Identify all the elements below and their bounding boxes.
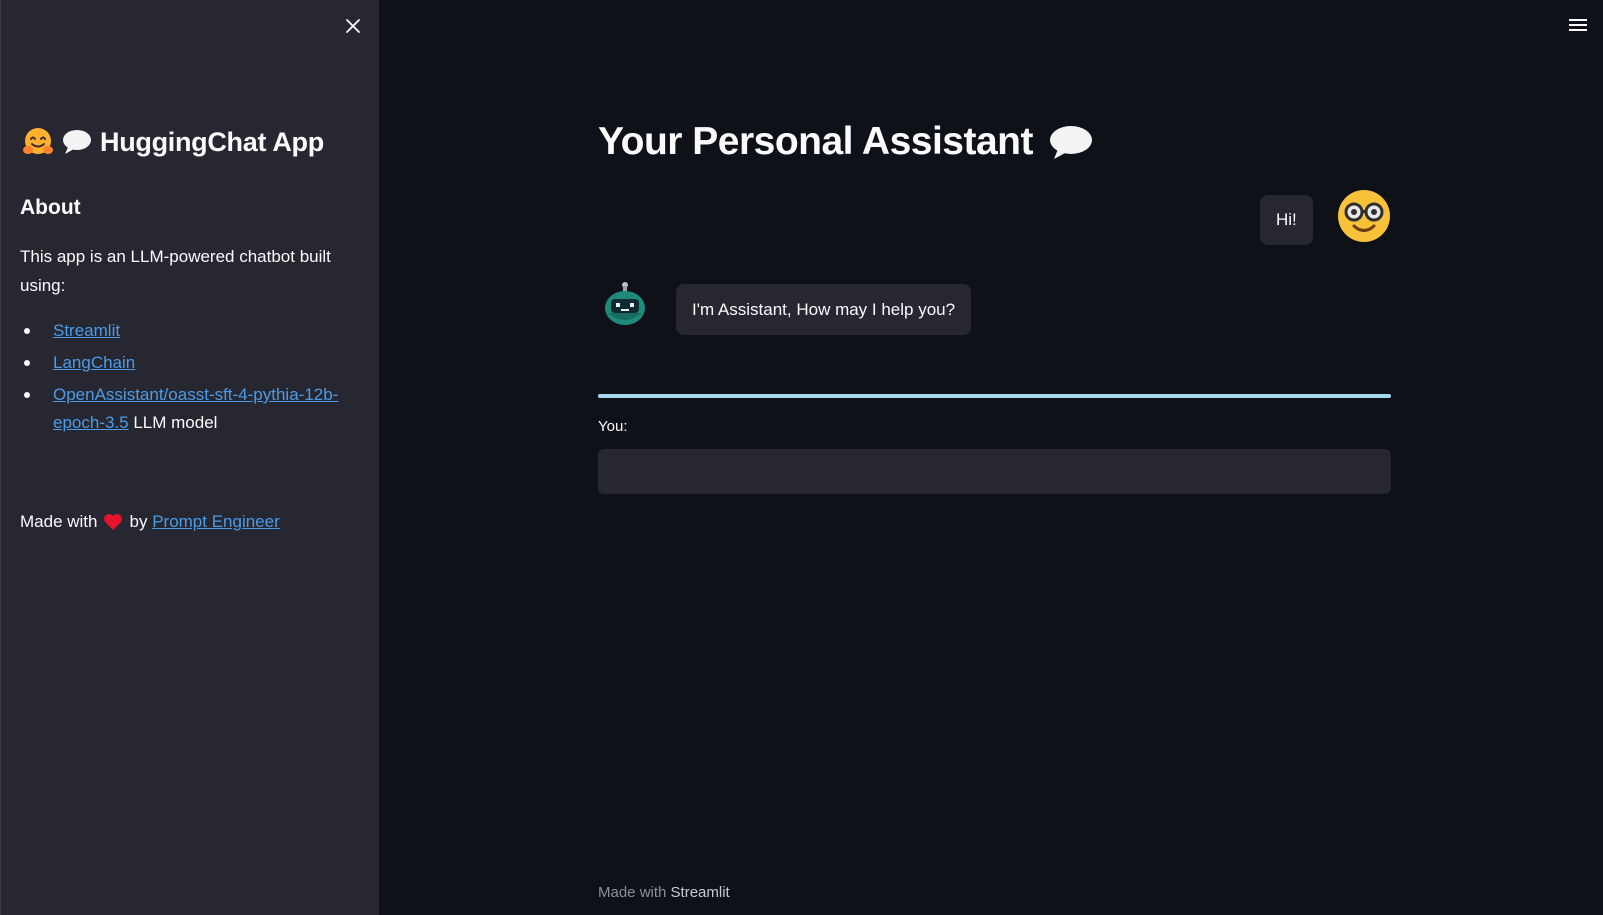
page-title-text: Your Personal Assistant — [598, 120, 1033, 163]
chat-divider — [598, 394, 1391, 398]
assistant-avatar — [602, 281, 648, 327]
assistant-message-bubble: I'm Assistant, How may I help you? — [676, 284, 972, 335]
made-with-by: by — [129, 512, 148, 531]
list-item: OpenAssistant/oasst-sft-4-pythia-12b-epo… — [20, 381, 350, 437]
made-with-credit: Made with by Prompt Engineer — [20, 512, 280, 532]
robot-icon — [605, 282, 645, 325]
input-label: You: — [598, 418, 628, 435]
hugging-face-icon — [22, 126, 54, 158]
langchain-link[interactable]: LangChain — [53, 353, 135, 372]
close-sidebar-button[interactable] — [341, 14, 365, 38]
user-avatar — [1337, 189, 1391, 243]
sidebar: HuggingChat App About This app is an LLM… — [0, 0, 379, 915]
user-message-text: Hi! — [1276, 210, 1297, 229]
user-message-bubble: Hi! — [1260, 195, 1313, 245]
streamlit-link[interactable]: Streamlit — [53, 321, 120, 340]
list-item: LangChain — [20, 349, 350, 377]
close-icon — [346, 19, 360, 33]
page-title: Your Personal Assistant — [598, 120, 1093, 164]
made-with-prefix: Made with — [20, 512, 98, 531]
app-root: HuggingChat App About This app is an LLM… — [0, 0, 1603, 915]
llm-model-suffix: LLM model — [128, 413, 218, 432]
speech-bubble-icon — [62, 129, 92, 155]
about-link-list: Streamlit LangChain OpenAssistant/oasst-… — [20, 317, 350, 441]
sidebar-title-text: HuggingChat App — [100, 126, 324, 157]
prompt-engineer-link[interactable]: Prompt Engineer — [152, 512, 280, 532]
about-text: This app is an LLM-powered chatbot built… — [20, 247, 331, 295]
sidebar-title: HuggingChat App — [22, 126, 324, 158]
page-footer: Made with Streamlit — [598, 884, 730, 901]
footer-prefix: Made with — [598, 884, 671, 901]
about-heading: About — [20, 196, 81, 219]
assistant-message-text: I'm Assistant, How may I help you? — [692, 299, 956, 319]
hamburger-menu-icon — [1569, 19, 1587, 31]
user-message-input[interactable] — [598, 449, 1391, 494]
list-item: Streamlit — [20, 317, 350, 345]
speech-bubble-icon — [1049, 124, 1093, 160]
nerd-face-icon — [1338, 190, 1390, 242]
main-menu-button[interactable] — [1568, 16, 1590, 36]
heart-icon — [103, 513, 123, 531]
footer-streamlit-link[interactable]: Streamlit — [671, 884, 730, 901]
